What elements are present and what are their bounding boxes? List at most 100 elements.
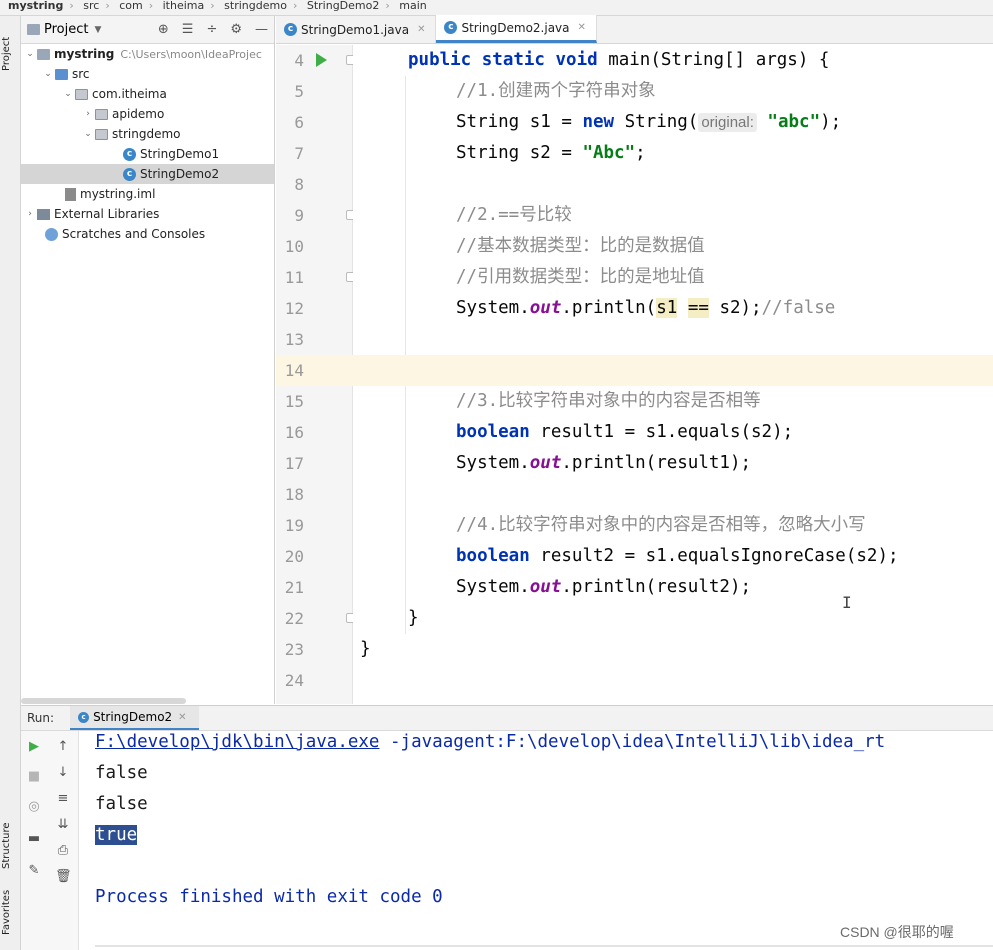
editor-tab-stringdemo2[interactable]: c StringDemo2.java ✕ (436, 15, 597, 43)
close-icon[interactable]: ✕ (417, 24, 425, 35)
tree-item-scratches[interactable]: Scratches and Consoles (21, 224, 274, 244)
editor-tab-bar: c StringDemo1.java ✕ c StringDemo2.java … (276, 15, 993, 44)
console-output-line: true (95, 820, 138, 851)
expand-all-icon[interactable]: ☰ (182, 22, 194, 37)
print-icon[interactable]: ⎙ (55, 843, 71, 859)
hide-icon[interactable]: — (255, 22, 268, 37)
editor-tab-label: StringDemo2.java (461, 20, 570, 35)
stop-icon[interactable]: ■ (26, 769, 42, 785)
tree-item-label: mystring.iml (80, 187, 156, 201)
breadcrumb-item[interactable]: com (119, 0, 143, 11)
mouse-text-cursor: I (842, 593, 852, 612)
close-icon[interactable]: ✕ (578, 22, 586, 33)
collapse-all-icon[interactable]: ÷ (206, 22, 217, 37)
gear-icon[interactable]: ⚙ (230, 22, 242, 37)
breadcrumb-item[interactable]: src (83, 0, 99, 11)
tree-item-label: stringdemo (112, 127, 181, 141)
chevron-down-icon[interactable]: ⌄ (81, 129, 95, 139)
tree-item-stringdemo1[interactable]: c StringDemo1 (21, 144, 274, 164)
code-line: //1.创建两个字符串对象 (456, 81, 656, 101)
line-number: 19 (284, 516, 304, 535)
project-icon (27, 24, 40, 35)
pin-icon[interactable]: ✎ (26, 863, 42, 879)
breadcrumb-item[interactable]: mystring (8, 0, 63, 11)
chevron-down-icon[interactable]: ▼ (94, 25, 101, 35)
breadcrumb-item[interactable]: main (399, 0, 426, 11)
horizontal-scrollbar[interactable] (21, 698, 186, 704)
package-icon (95, 128, 108, 140)
scroll-to-end-icon[interactable]: ⇊ (55, 817, 71, 833)
line-number: 17 (284, 454, 304, 473)
layout-icon[interactable]: ▬ (26, 831, 42, 847)
code-line: boolean result1 = s1.equals(s2); (456, 422, 794, 442)
tree-item-label: StringDemo2 (140, 167, 220, 181)
tree-item-src[interactable]: ⌄ src (21, 64, 274, 84)
code-line: public static void main(String[] args) { (408, 50, 830, 70)
java-exe-link[interactable]: F:\develop\jdk\bin\java.exe (95, 732, 379, 752)
iml-file-icon (65, 187, 76, 201)
rerun-icon[interactable]: ▶ (26, 739, 42, 755)
library-icon (37, 208, 50, 220)
breadcrumb-item[interactable]: stringdemo (224, 0, 287, 11)
tree-item-apidemo[interactable]: › apidemo (21, 104, 274, 124)
java-class-icon: c (444, 21, 458, 34)
run-tab-stringdemo2[interactable]: c StringDemo2 ✕ (70, 706, 199, 730)
trash-icon[interactable]: 🗑 (55, 869, 72, 885)
code-line: String s2 = "Abc"; (456, 143, 646, 163)
tree-item-external-libraries[interactable]: › External Libraries (21, 204, 274, 224)
project-panel: Project ▼ ⊕ ☰ ÷ ⚙ — ⌄ mystring C:\Users\… (21, 16, 275, 704)
favorites-tool-tab[interactable]: Favorites (1, 882, 19, 942)
line-number: 12 (284, 299, 304, 318)
tree-item-label: External Libraries (54, 207, 160, 221)
breadcrumb-item[interactable]: itheima (163, 0, 205, 11)
code-editor[interactable]: public static void main(String[] args) {… (353, 45, 993, 704)
tree-item-mystring[interactable]: ⌄ mystring C:\Users\moon\IdeaProjec (21, 44, 274, 64)
project-tool-tab[interactable]: Project (1, 24, 19, 84)
chevron-right-icon[interactable]: › (23, 209, 37, 219)
arrow-down-icon[interactable]: ↓ (55, 765, 71, 781)
parameter-hint: original: (698, 113, 757, 132)
close-icon[interactable]: ✕ (178, 712, 186, 723)
code-line: } (408, 608, 419, 628)
tree-item-stringdemo[interactable]: ⌄ stringdemo (21, 124, 274, 144)
line-number-current: 14 (276, 355, 353, 386)
code-line: //引用数据类型：比的是地址值 (456, 267, 705, 287)
current-line-highlight (353, 355, 993, 386)
arrow-up-icon[interactable]: ↑ (55, 739, 71, 755)
console-output[interactable]: F:\develop\jdk\bin\java.exe -javaagent:F… (79, 731, 993, 950)
tree-item-label: src (72, 67, 90, 81)
java-class-icon: c (78, 711, 90, 723)
chevron-down-icon[interactable]: ⌄ (23, 49, 37, 59)
editor-tab-stringdemo1[interactable]: c StringDemo1.java ✕ (276, 16, 437, 43)
process-exit-message: Process finished with exit code 0 (95, 887, 443, 907)
package-icon (75, 88, 88, 100)
line-number: 9 (294, 206, 304, 225)
code-line: //3.比较字符串对象中的内容是否相等 (456, 391, 761, 411)
chevron-down-icon[interactable]: ⌄ (61, 89, 75, 99)
code-line: boolean result2 = s1.equalsIgnoreCase(s2… (456, 546, 899, 566)
run-tab-label: StringDemo2 (93, 710, 173, 724)
run-gutter-icon[interactable] (316, 53, 327, 67)
camera-icon[interactable]: ◎ (26, 799, 42, 815)
line-number: 18 (284, 485, 304, 504)
line-number: 24 (284, 671, 304, 690)
locate-icon[interactable]: ⊕ (158, 22, 169, 37)
project-view-selector[interactable]: Project (44, 22, 88, 37)
tree-item-stringdemo2[interactable]: c StringDemo2 (21, 164, 274, 184)
editor-gutter[interactable]: 4 5 6 7 8 9 10 11 12 13 14 15 16 17 18 1… (276, 45, 355, 704)
soft-wrap-icon[interactable]: ≡ (55, 791, 71, 807)
tree-item-com-itheima[interactable]: ⌄ com.itheima (21, 84, 274, 104)
line-number: 5 (294, 82, 304, 101)
tree-item-label: com.itheima (92, 87, 167, 101)
module-folder-icon (37, 48, 50, 60)
chevron-down-icon[interactable]: ⌄ (41, 69, 55, 79)
code-line: //2.==号比较 (456, 205, 572, 225)
code-line: System.out.println(result2); (456, 577, 752, 597)
chevron-right-icon[interactable]: › (81, 109, 95, 119)
breadcrumb-item[interactable]: StringDemo2 (307, 0, 380, 11)
code-line: String s1 = new String(original: "abc"); (456, 112, 842, 132)
structure-tool-tab[interactable]: Structure (1, 816, 19, 876)
tree-item-mystring-iml[interactable]: mystring.iml (21, 184, 274, 204)
selected-text: true (95, 825, 138, 845)
console-output-line: false (95, 794, 148, 814)
